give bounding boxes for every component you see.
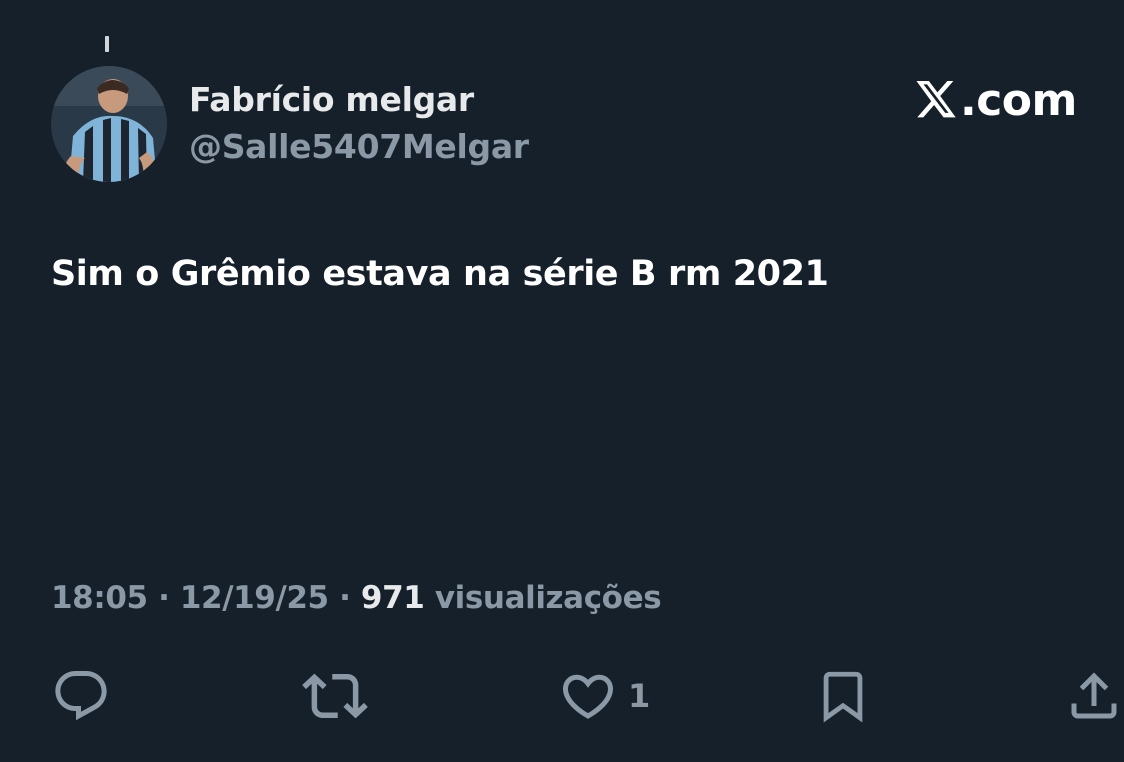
reply-button[interactable] bbox=[51, 664, 111, 728]
x-brand: .com bbox=[914, 76, 1077, 126]
repost-button[interactable] bbox=[302, 664, 368, 728]
repost-icon bbox=[302, 673, 368, 719]
tweet-meta: 18:05 · 12/19/25 · 971 visualizações bbox=[51, 580, 662, 616]
brand-label: .com bbox=[960, 75, 1077, 126]
reply-icon bbox=[55, 671, 107, 721]
views-count: 971 bbox=[360, 580, 425, 616]
heart-icon bbox=[562, 674, 614, 719]
views-label: visualizações bbox=[424, 580, 662, 616]
like-button[interactable]: 1 bbox=[558, 664, 650, 728]
action-bar: 1 bbox=[0, 664, 1124, 734]
bookmark-button[interactable] bbox=[814, 664, 872, 728]
top-indicator bbox=[105, 36, 109, 52]
avatar-photo bbox=[51, 66, 167, 182]
x-logo-icon bbox=[916, 81, 956, 118]
avatar[interactable] bbox=[51, 66, 167, 182]
bookmark-icon bbox=[823, 671, 863, 723]
share-icon bbox=[1071, 672, 1117, 719]
meta-separator: · bbox=[328, 580, 361, 616]
meta-separator: · bbox=[147, 580, 180, 616]
tweet-date[interactable]: 12/19/25 bbox=[180, 580, 329, 616]
author-handle[interactable]: @Salle5407Melgar bbox=[189, 127, 529, 166]
like-count: 1 bbox=[628, 677, 651, 715]
share-button[interactable] bbox=[1064, 664, 1124, 728]
tweet-text: Sim o Grêmio estava na série B rm 2021 bbox=[51, 254, 829, 294]
author-display-name[interactable]: Fabrício melgar bbox=[189, 80, 474, 119]
tweet-time[interactable]: 18:05 bbox=[51, 580, 148, 616]
